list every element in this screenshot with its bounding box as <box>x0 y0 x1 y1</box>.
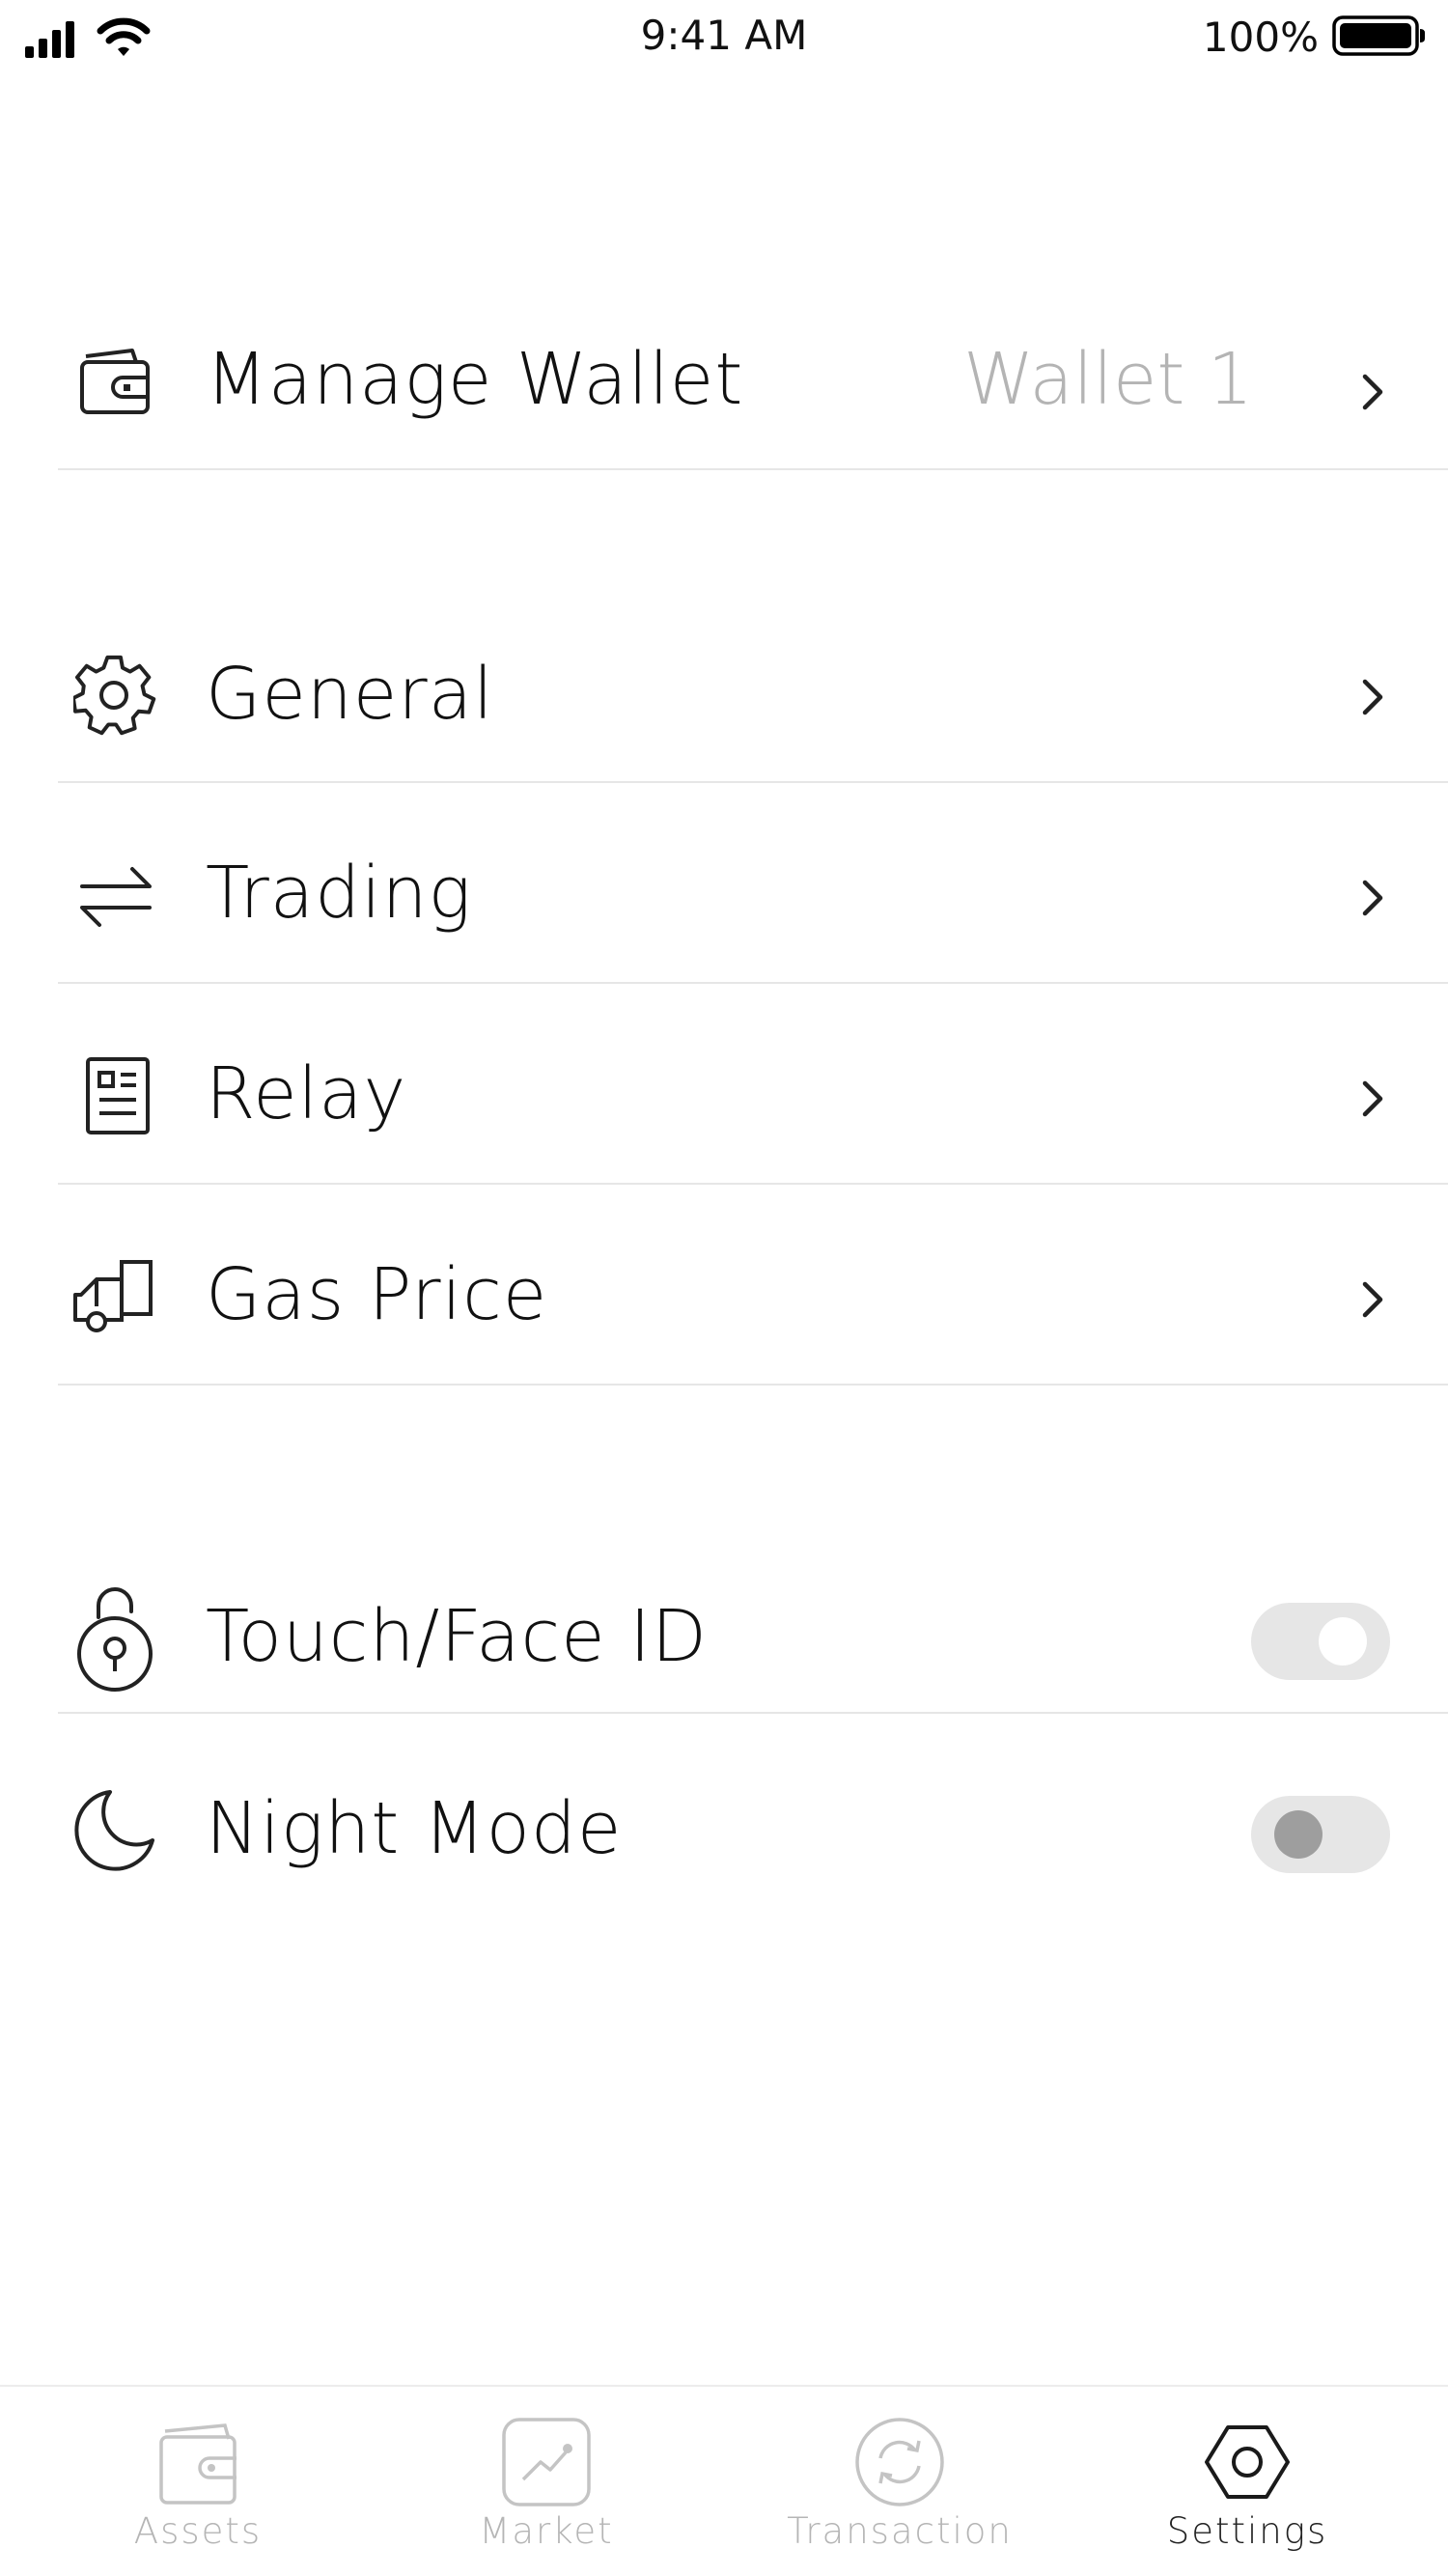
trading-row[interactable]: Trading <box>58 848 1448 954</box>
touch-face-id-toggle[interactable] <box>1251 1603 1390 1680</box>
tab-market-label: Market <box>479 2510 614 2552</box>
wallet-icon <box>71 338 158 425</box>
relay-label: Relay <box>206 1052 407 1135</box>
gas-price-row[interactable]: Gas Price <box>58 1249 1448 1356</box>
gas-price-label: Gas Price <box>206 1253 548 1336</box>
battery-percent: 100% <box>1202 14 1319 61</box>
touch-face-id-label: Touch/Face ID <box>206 1595 708 1678</box>
chevron-right-icon <box>1350 369 1396 415</box>
tab-market[interactable]: Market <box>450 2387 643 2576</box>
document-icon <box>71 1053 158 1140</box>
moon-icon <box>71 1786 158 1873</box>
night-mode-row: Night Mode <box>58 1781 1448 1888</box>
chevron-right-icon <box>1350 674 1396 720</box>
tab-bar: Assets Market Transaction Settings <box>0 2385 1448 2576</box>
divider <box>58 1183 1448 1185</box>
tab-settings-label: Settings <box>1166 2510 1328 2552</box>
gas-pump-icon <box>71 1254 158 1341</box>
divider <box>58 781 1448 783</box>
manage-wallet-value: Wallet 1 <box>962 338 1253 421</box>
divider <box>58 982 1448 984</box>
hexagon-settings-icon <box>1199 2414 1295 2510</box>
manage-wallet-row[interactable]: Manage Wallet Wallet 1 <box>58 328 1448 434</box>
status-bar: 9:41 AM 100% <box>0 0 1448 79</box>
divider <box>58 1712 1448 1714</box>
gear-icon <box>71 652 158 739</box>
chart-tab-icon <box>498 2414 595 2510</box>
general-row[interactable]: General <box>58 647 1448 753</box>
tab-transaction-label: Transaction <box>787 2510 1013 2552</box>
night-mode-label: Night Mode <box>206 1787 623 1870</box>
relay-row[interactable]: Relay <box>58 1049 1448 1155</box>
touch-face-id-row: Touch/Face ID <box>58 1574 1448 1699</box>
refresh-tab-icon <box>851 2414 948 2510</box>
general-label: General <box>206 653 494 736</box>
divider <box>58 468 1448 470</box>
tab-assets-label: Assets <box>133 2510 263 2552</box>
manage-wallet-label: Manage Wallet <box>206 338 744 421</box>
toggle-knob <box>1319 1617 1367 1666</box>
wallet-tab-icon <box>150 2414 246 2510</box>
swap-arrows-icon <box>71 853 158 939</box>
toggle-knob <box>1274 1810 1323 1859</box>
unlock-icon <box>71 1579 158 1694</box>
divider <box>58 1384 1448 1386</box>
chevron-right-icon <box>1350 1076 1396 1122</box>
chevron-right-icon <box>1350 875 1396 921</box>
tab-transaction[interactable]: Transaction <box>784 2387 1016 2576</box>
trading-label: Trading <box>206 852 472 935</box>
tab-settings[interactable]: Settings <box>1151 2387 1344 2576</box>
status-right: 100% <box>1203 14 1427 61</box>
night-mode-toggle[interactable] <box>1251 1796 1390 1873</box>
chevron-right-icon <box>1350 1276 1396 1323</box>
tab-assets[interactable]: Assets <box>97 2387 299 2576</box>
battery-icon <box>1332 14 1427 61</box>
